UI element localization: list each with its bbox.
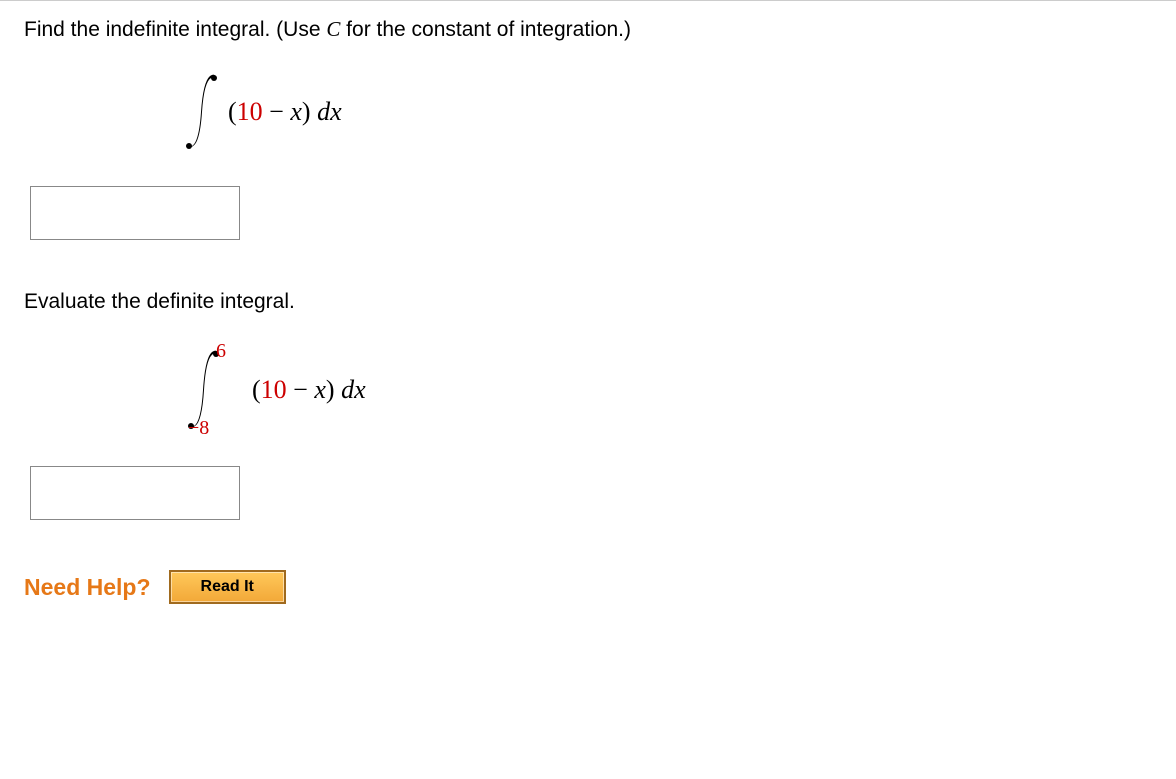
- part2-integral: 6 −8 (10 − x) dx: [184, 346, 1152, 434]
- part1-answer-row: [30, 186, 1152, 240]
- integrand-number: 10: [261, 375, 287, 404]
- part1-prompt-pre: Find the indefinite integral. (Use: [24, 18, 326, 41]
- minus-sign: −: [263, 97, 291, 126]
- part1-integrand: (10 − x) dx: [228, 97, 342, 127]
- read-it-button[interactable]: Read It: [169, 570, 286, 604]
- part2-prompt: Evaluate the definite integral.: [24, 290, 1152, 314]
- integral-sign-icon: 6 −8: [184, 346, 224, 434]
- part1-answer-input[interactable]: [30, 186, 240, 240]
- part2-answer-row: [30, 466, 1152, 520]
- part1-prompt-c: C: [326, 17, 340, 41]
- need-help-label: Need Help?: [24, 574, 151, 601]
- paren-close: ): [302, 97, 317, 126]
- dx-x: x: [330, 97, 342, 126]
- integrand-x: x: [314, 375, 326, 404]
- dx-x: x: [354, 375, 366, 404]
- upper-limit: 6: [216, 340, 226, 363]
- lower-limit: −8: [188, 417, 209, 440]
- integral-sign-icon: [184, 70, 220, 154]
- dx-d: d: [341, 375, 354, 404]
- paren-close: ): [326, 375, 341, 404]
- part2-integrand: (10 − x) dx: [252, 375, 366, 405]
- minus-sign: −: [287, 375, 315, 404]
- integrand-number: 10: [237, 97, 263, 126]
- paren-open: (: [252, 375, 261, 404]
- need-help-row: Need Help? Read It: [24, 570, 1152, 604]
- part2-answer-input[interactable]: [30, 466, 240, 520]
- question-content: Find the indefinite integral. (Use C for…: [0, 1, 1176, 620]
- dx-d: d: [317, 97, 330, 126]
- paren-open: (: [228, 97, 237, 126]
- part1-integral: (10 − x) dx: [184, 70, 1152, 154]
- part1-prompt-post: for the constant of integration.): [340, 18, 631, 41]
- integrand-x: x: [290, 97, 302, 126]
- part1-prompt: Find the indefinite integral. (Use C for…: [24, 17, 1152, 42]
